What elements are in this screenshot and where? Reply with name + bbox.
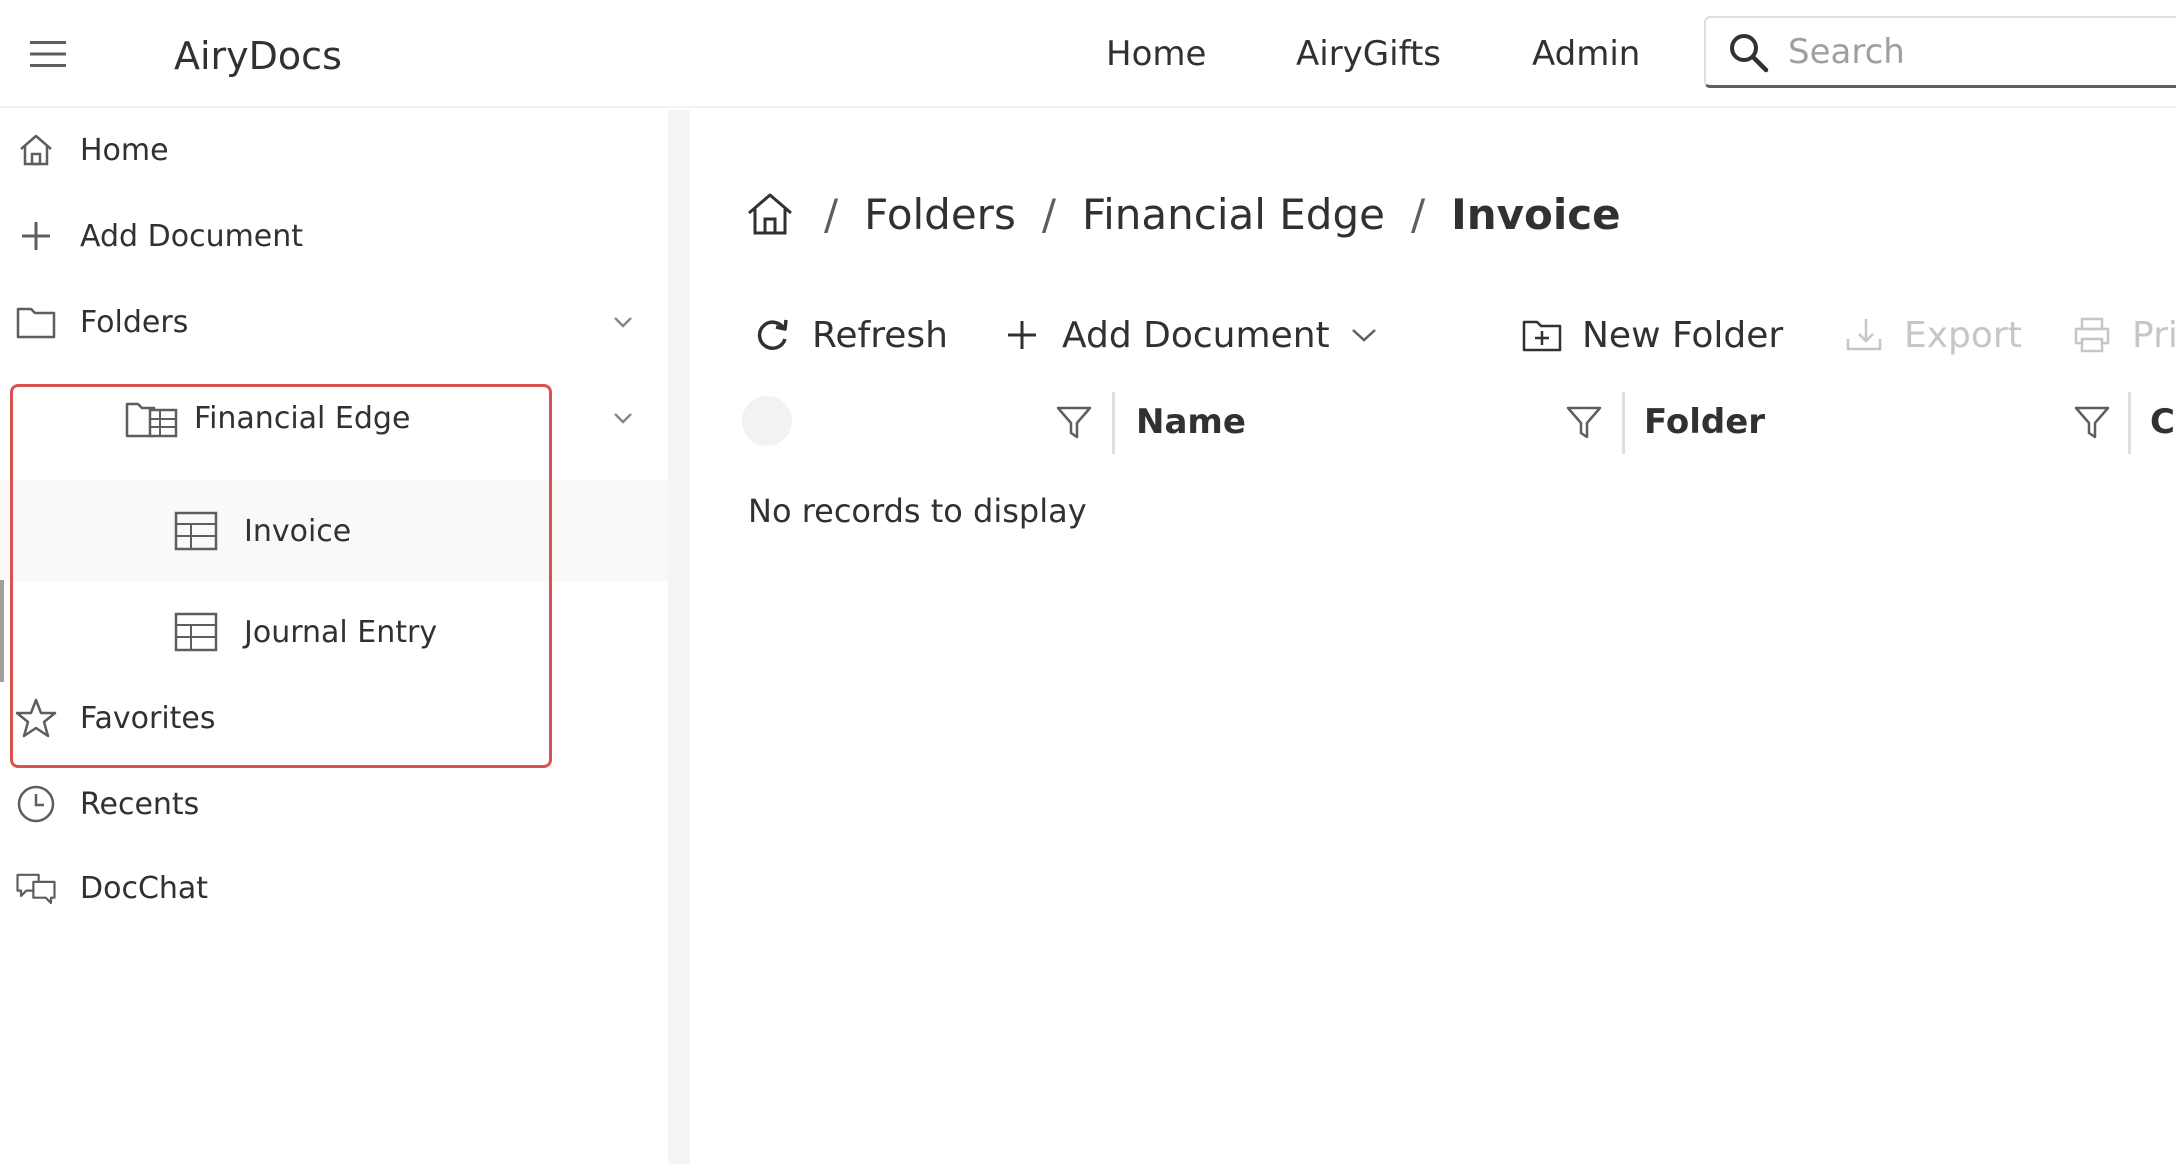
sidebar-item-label: Home bbox=[80, 132, 169, 168]
search-box[interactable] bbox=[1704, 16, 2176, 88]
breadcrumb-separator: / bbox=[1041, 189, 1056, 239]
table-icon bbox=[174, 509, 218, 553]
new-folder-button[interactable]: New Folder bbox=[1520, 300, 1783, 370]
sidebar: Home Add Document Folders Financial Edge… bbox=[0, 110, 668, 1164]
grid-header: Name Folder C bbox=[690, 382, 2176, 462]
folder-icon bbox=[14, 300, 58, 344]
new-folder-icon bbox=[1520, 313, 1564, 357]
top-bar: AiryDocs Home AiryGifts Admin bbox=[0, 0, 2176, 108]
select-all-checkbox[interactable] bbox=[742, 396, 792, 446]
selection-indicator bbox=[0, 580, 4, 682]
sidebar-item-invoice[interactable]: Invoice bbox=[0, 480, 668, 582]
print-button[interactable]: Print bbox=[2070, 300, 2176, 370]
print-label: Print bbox=[2132, 314, 2176, 356]
clock-icon bbox=[14, 782, 58, 826]
sidebar-item-label: Journal Entry bbox=[244, 614, 438, 650]
column-separator[interactable] bbox=[2128, 392, 2131, 454]
chevron-down-icon[interactable] bbox=[608, 403, 638, 433]
sidebar-item-label: Invoice bbox=[244, 513, 352, 549]
main-content: / Folders / Financial Edge / Invoice Ref… bbox=[690, 110, 2176, 1164]
breadcrumb-home-icon[interactable] bbox=[742, 186, 798, 242]
filter-icon[interactable] bbox=[1562, 400, 1606, 444]
sidebar-item-label: DocChat bbox=[80, 870, 209, 906]
column-header-c[interactable]: C bbox=[2150, 382, 2175, 462]
sidebar-item-label: Favorites bbox=[80, 700, 216, 736]
refresh-label: Refresh bbox=[812, 314, 948, 356]
search-input[interactable] bbox=[1786, 30, 2176, 73]
breadcrumb: / Folders / Financial Edge / Invoice bbox=[742, 174, 1621, 254]
printer-icon bbox=[2070, 313, 2114, 357]
sidebar-item-label: Folders bbox=[80, 304, 189, 340]
new-folder-label: New Folder bbox=[1582, 314, 1784, 356]
topnav-home-link[interactable]: Home bbox=[1106, 26, 1206, 82]
toolbar: Refresh Add Document New Folder Export P… bbox=[750, 300, 2176, 370]
plus-icon bbox=[1000, 313, 1044, 357]
sidebar-item-home[interactable]: Home bbox=[0, 110, 668, 190]
breadcrumb-item-folders[interactable]: Folders bbox=[864, 190, 1016, 239]
chevron-down-icon bbox=[1350, 320, 1380, 350]
breadcrumb-separator: / bbox=[824, 189, 839, 239]
empty-grid-message: No records to display bbox=[748, 492, 1087, 530]
chevron-down-icon[interactable] bbox=[608, 307, 638, 337]
sidebar-item-financial-edge[interactable]: Financial Edge bbox=[0, 378, 668, 458]
filter-icon[interactable] bbox=[2070, 400, 2114, 444]
column-separator[interactable] bbox=[1112, 392, 1115, 454]
table-icon bbox=[174, 610, 218, 654]
topnav-airygifts-link[interactable]: AiryGifts bbox=[1296, 26, 1441, 82]
breadcrumb-separator: / bbox=[1410, 189, 1426, 239]
star-icon bbox=[14, 696, 58, 740]
sidebar-item-add-document[interactable]: Add Document bbox=[0, 196, 668, 276]
add-document-label: Add Document bbox=[1062, 314, 1330, 356]
sidebar-item-docchat[interactable]: DocChat bbox=[0, 848, 668, 928]
search-icon bbox=[1724, 28, 1772, 76]
refresh-icon bbox=[750, 313, 794, 357]
sidebar-item-label: Add Document bbox=[80, 218, 304, 254]
sidebar-divider bbox=[668, 110, 690, 1164]
column-separator[interactable] bbox=[1622, 392, 1625, 454]
export-label: Export bbox=[1904, 314, 2022, 356]
column-header-name[interactable]: Name bbox=[1136, 382, 1246, 462]
plus-icon bbox=[14, 214, 58, 258]
export-button[interactable]: Export bbox=[1842, 300, 2022, 370]
breadcrumb-item-invoice: Invoice bbox=[1451, 189, 1621, 239]
folder-group-icon bbox=[124, 396, 180, 440]
sidebar-item-label: Financial Edge bbox=[194, 400, 411, 436]
sidebar-item-folders[interactable]: Folders bbox=[0, 282, 668, 362]
breadcrumb-item-financial-edge[interactable]: Financial Edge bbox=[1082, 190, 1385, 239]
sidebar-item-recents[interactable]: Recents bbox=[0, 764, 668, 844]
sidebar-item-label: Recents bbox=[80, 786, 200, 822]
chat-icon bbox=[14, 866, 58, 910]
sidebar-item-journal-entry[interactable]: Journal Entry bbox=[0, 584, 668, 680]
refresh-button[interactable]: Refresh bbox=[750, 300, 948, 370]
home-icon bbox=[14, 128, 58, 172]
filter-icon[interactable] bbox=[1052, 400, 1096, 444]
sidebar-item-favorites[interactable]: Favorites bbox=[0, 678, 668, 758]
topnav-admin-link[interactable]: Admin bbox=[1532, 26, 1640, 82]
column-header-folder[interactable]: Folder bbox=[1644, 382, 1765, 462]
export-icon bbox=[1842, 313, 1886, 357]
add-document-button[interactable]: Add Document bbox=[1000, 300, 1380, 370]
hamburger-menu-icon[interactable] bbox=[30, 36, 66, 72]
app-title: AiryDocs bbox=[174, 34, 342, 78]
